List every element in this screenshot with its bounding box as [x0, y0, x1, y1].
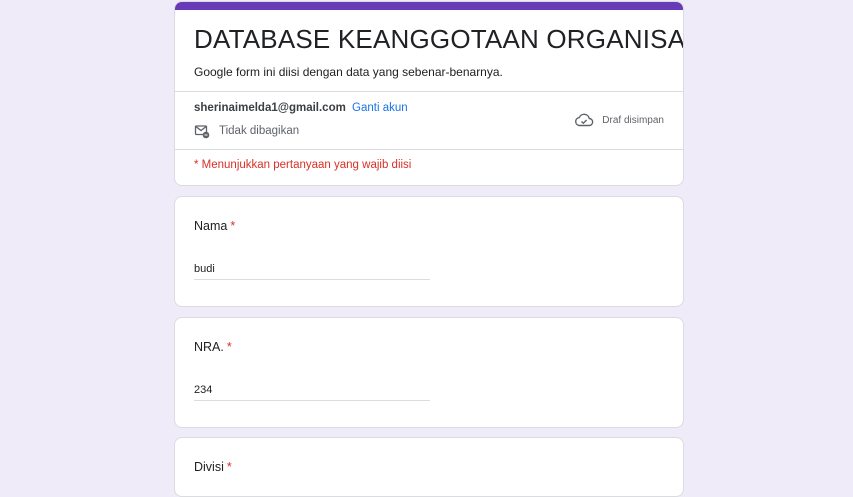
form-header-card: DATABASE KEANGGOTAAN ORGANISASI Google f…	[174, 1, 684, 186]
required-star: *	[226, 340, 232, 354]
draft-saved-label: Draf disimpan	[602, 114, 664, 126]
question-card-nra: NRA. *	[174, 317, 684, 428]
header-accent-bar	[175, 2, 683, 10]
nra-input[interactable]	[194, 379, 430, 401]
question-title: NRA.	[194, 340, 224, 354]
nama-input[interactable]	[194, 258, 430, 280]
mail-share-icon	[194, 123, 210, 139]
required-star: *	[226, 460, 232, 474]
account-row: sherinaimelda1@gmail.com Ganti akun	[194, 102, 408, 114]
question-card-nama: Nama *	[174, 196, 684, 307]
required-star: *	[230, 219, 236, 233]
question-title: Nama	[194, 219, 228, 233]
question-label: Nama *	[194, 219, 235, 233]
form-title: DATABASE KEANGGOTAAN ORGANISASI	[194, 24, 684, 54]
header-divider-2	[175, 149, 683, 150]
switch-account-link[interactable]: Ganti akun	[352, 102, 408, 114]
question-card-divisi: Divisi *	[174, 437, 684, 497]
draft-status: Draf disimpan	[574, 112, 664, 128]
question-label: NRA. *	[194, 340, 232, 354]
form-description: Google form ini diisi dengan data yang s…	[194, 65, 503, 79]
question-label: Divisi *	[194, 460, 232, 474]
question-title: Divisi	[194, 460, 224, 474]
header-divider	[175, 91, 683, 92]
not-shared-label: Tidak dibagikan	[219, 125, 300, 137]
account-email: sherinaimelda1@gmail.com	[194, 102, 346, 114]
cloud-check-icon	[574, 112, 594, 128]
required-note: * Menunjukkan pertanyaan yang wajib diis…	[194, 159, 412, 171]
share-status: Tidak dibagikan	[194, 123, 299, 139]
